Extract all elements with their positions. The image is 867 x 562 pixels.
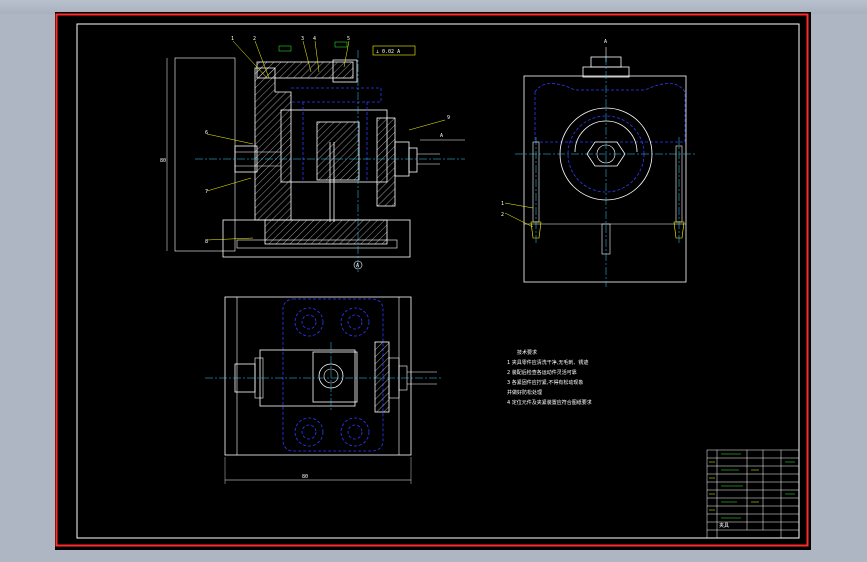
outer-frame [55, 13, 809, 547]
note-line-5: 4 定位元件及夹紧装置应符合图纸要求 [507, 399, 592, 406]
callout-6: 6 [205, 130, 208, 136]
top-view: 80 [205, 296, 443, 484]
title-block-name: 夹具 [719, 522, 729, 529]
side-callout-1: 1 [501, 201, 504, 207]
cad-drawing-viewport[interactable]: A 80 ⊥ 0.02 A A 1 2 3 4 5 6 7 8 9 A 1 2 … [55, 12, 811, 550]
section-label: A [440, 133, 443, 139]
height-dimension: 80 [160, 158, 166, 164]
callout-3: 3 [301, 36, 304, 42]
callout-2: 2 [253, 36, 256, 42]
side-view: A 1 2 [501, 39, 695, 287]
callout-7: 7 [205, 189, 208, 195]
side-callout-2: 2 [501, 212, 504, 218]
note-line-2: 2 装配后检查各运动件灵活可靠 [507, 369, 577, 376]
note-line-4: 并做好防松处理 [507, 389, 542, 396]
front-view: A 80 ⊥ 0.02 A A 1 2 3 4 5 6 7 8 9 [160, 36, 465, 272]
note-line-1: 1 夹具零件应清洗干净,无毛刺、锈迹 [507, 359, 588, 366]
side-view-label: A [604, 39, 607, 45]
datum-label: A [356, 263, 359, 269]
callout-1: 1 [231, 36, 234, 42]
width-dimension: 80 [302, 474, 308, 480]
tolerance-label: ⊥ 0.02 A [376, 49, 400, 55]
notes-title: 技术要求 [517, 349, 537, 356]
callout-8: 8 [205, 239, 208, 245]
callout-9: 9 [447, 115, 450, 121]
drawing-canvas: A 80 ⊥ 0.02 A A 1 2 3 4 5 6 7 8 9 A 1 2 … [55, 13, 809, 547]
inner-border [76, 23, 800, 539]
technical-notes: 技术要求 1 夹具零件应清洗干净,无毛刺、锈迹 2 装配后检查各运动件灵活可靠 … [507, 349, 592, 406]
callout-4: 4 [313, 36, 316, 42]
callout-5: 5 [347, 36, 350, 42]
note-line-3: 3 各紧固件应拧紧,不得有松动现象 [507, 379, 583, 386]
